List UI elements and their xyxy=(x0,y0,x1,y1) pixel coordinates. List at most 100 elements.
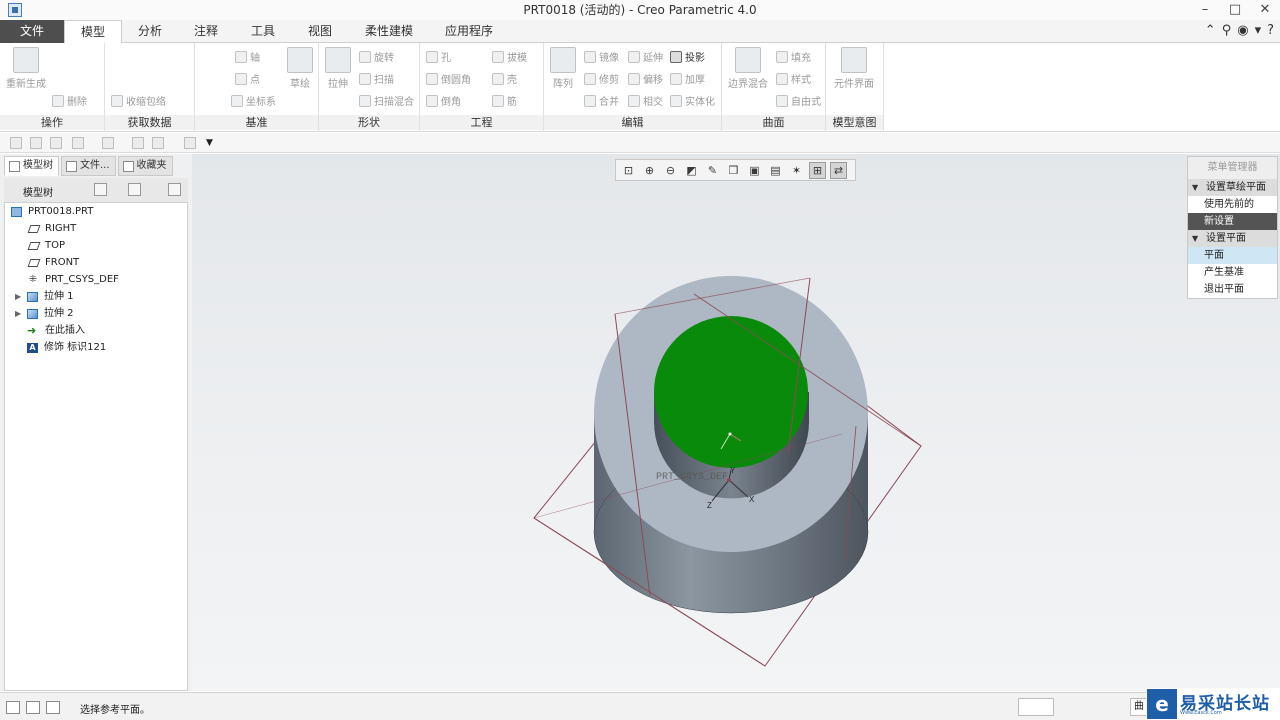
selection-filter-dropdown[interactable] xyxy=(1018,698,1054,716)
maximize-button[interactable]: □ xyxy=(1220,0,1250,20)
fill-button[interactable]: 填充 xyxy=(776,49,811,64)
swept-blend-button[interactable]: 扫描混合 xyxy=(359,93,414,108)
redo-icon[interactable] xyxy=(102,137,114,149)
help-icon[interactable]: ◉ xyxy=(1237,23,1248,39)
shrinkwrap-button[interactable]: 收缩包络 xyxy=(111,93,166,108)
tree-node-right[interactable]: RIGHT xyxy=(27,220,76,237)
browser-icon[interactable] xyxy=(26,701,40,714)
settings-icon[interactable] xyxy=(94,183,107,196)
close-button[interactable]: ✕ xyxy=(1250,0,1280,20)
zoom-in-icon[interactable]: ⊕ xyxy=(641,162,658,179)
extend-button[interactable]: 延伸 xyxy=(628,49,663,64)
menu-item-make-datum[interactable]: 产生基准 xyxy=(1188,264,1277,281)
tab-applications[interactable]: 应用程序 xyxy=(430,20,508,43)
open-file-icon[interactable] xyxy=(30,137,42,149)
filter-icon[interactable] xyxy=(168,183,181,196)
axis-button[interactable]: 轴 xyxy=(235,49,260,64)
zoom-out-icon[interactable]: ⊖ xyxy=(662,162,679,179)
tree-node-extrude-2[interactable]: ▶ 拉伸 2 xyxy=(15,305,74,322)
extrude-button[interactable]: 拉伸 xyxy=(325,47,351,90)
saved-orientations-icon[interactable]: ▣ xyxy=(746,162,763,179)
merge-button[interactable]: 合并 xyxy=(584,93,619,108)
tab-model[interactable]: 模型 xyxy=(64,20,122,44)
round-button[interactable]: 倒圆角 xyxy=(426,71,471,86)
delete-button[interactable]: 删除 xyxy=(52,93,87,108)
tab-file[interactable]: 文件 xyxy=(0,20,64,43)
customize-dropdown-icon[interactable]: ▼ xyxy=(206,137,218,149)
more-icon[interactable]: ▾ xyxy=(1255,23,1262,39)
search-icon[interactable]: ⚲ xyxy=(1222,23,1232,39)
pattern-button[interactable]: 阵列 xyxy=(550,47,576,90)
rib-button[interactable]: 筋 xyxy=(492,93,517,108)
component-interface-button[interactable]: 元件界面 xyxy=(834,47,874,90)
menu-item-plane[interactable]: 平面 xyxy=(1188,247,1277,264)
tree-node-front[interactable]: FRONT xyxy=(27,254,79,271)
tab-analysis[interactable]: 分析 xyxy=(122,20,178,43)
menu-item-quit-plane[interactable]: 退出平面 xyxy=(1188,281,1277,298)
selected-face[interactable] xyxy=(654,316,808,468)
regenerate-button[interactable]: 重新生成 xyxy=(6,47,46,90)
graphics-window[interactable]: PRT_CSYS_DEF Y X Z xyxy=(192,154,1280,691)
refit-icon[interactable]: ⊡ xyxy=(620,162,637,179)
style-button[interactable]: 样式 xyxy=(776,71,811,86)
csys-button[interactable]: 坐标系 xyxy=(231,93,276,108)
revolve-button[interactable]: 旋转 xyxy=(359,49,394,64)
sweep-button[interactable]: 扫描 xyxy=(359,71,394,86)
menu-item-new-setting[interactable]: 新设置 xyxy=(1188,213,1277,230)
toggle-navigator-icon[interactable] xyxy=(6,701,20,714)
intersect-button[interactable]: 相交 xyxy=(628,93,663,108)
spin-center-icon[interactable]: ⊞ xyxy=(809,161,826,179)
repaint-icon[interactable]: ◩ xyxy=(683,162,700,179)
close-window-icon[interactable] xyxy=(184,137,196,149)
tab-view[interactable]: 视图 xyxy=(292,20,348,43)
tab-tools[interactable]: 工具 xyxy=(234,20,292,43)
hole-button[interactable]: 孔 xyxy=(426,49,451,64)
menu-item-use-previous[interactable]: 使用先前的 xyxy=(1188,196,1277,213)
show-icon[interactable] xyxy=(128,183,141,196)
sketch-button[interactable]: 草绘 xyxy=(287,47,313,90)
tab-annotate[interactable]: 注释 xyxy=(178,20,234,43)
project-button[interactable]: 投影 xyxy=(670,49,705,64)
draft-button[interactable]: 拔模 xyxy=(492,49,527,64)
new-file-icon[interactable] xyxy=(10,137,22,149)
tab-flexible-modeling[interactable]: 柔性建模 xyxy=(348,20,430,43)
annotation-display-icon[interactable]: ⇄ xyxy=(830,161,847,179)
collapse-ribbon-icon[interactable]: ⌃ xyxy=(1205,23,1216,39)
view-manager-icon[interactable]: ▤ xyxy=(767,162,784,179)
tree-node-top[interactable]: TOP xyxy=(27,237,65,254)
trim-button[interactable]: 修剪 xyxy=(584,71,619,86)
expand-icon[interactable]: ▶ xyxy=(15,305,21,322)
full-screen-icon[interactable] xyxy=(46,701,60,714)
solidify-button[interactable]: 实体化 xyxy=(670,93,715,108)
model-view[interactable]: PRT_CSYS_DEF Y X Z xyxy=(192,154,1280,691)
regenerate-icon[interactable] xyxy=(132,137,144,149)
menu-section-setup-sketch-plane[interactable]: 设置草绘平面 xyxy=(1188,179,1277,196)
datum-display-icon[interactable]: ✶ xyxy=(788,162,805,179)
tree-node-csys[interactable]: ⁜ PRT_CSYS_DEF xyxy=(27,271,119,288)
tree-node-annotation[interactable]: A 修饰 标识121 xyxy=(27,339,106,356)
windows-icon[interactable] xyxy=(152,137,164,149)
perspective-icon[interactable]: ✎ xyxy=(704,162,721,179)
undo-icon[interactable] xyxy=(72,137,84,149)
app-icon[interactable] xyxy=(8,3,22,17)
menu-section-setup-plane[interactable]: 设置平面 xyxy=(1188,230,1277,247)
tree-node-insert-here[interactable]: ➜ 在此插入 xyxy=(27,322,85,339)
offset-button[interactable]: 偏移 xyxy=(628,71,663,86)
point-button[interactable]: 点 xyxy=(235,71,260,86)
tree-node-extrude-1[interactable]: ▶ 拉伸 1 xyxy=(15,288,74,305)
thicken-button[interactable]: 加厚 xyxy=(670,71,705,86)
tree-node-part[interactable]: PRT0018.PRT xyxy=(11,203,93,220)
boundary-blend-button[interactable]: 边界混合 xyxy=(728,47,768,90)
tab-model-tree[interactable]: 模型树 xyxy=(4,156,59,176)
minimize-button[interactable]: – xyxy=(1190,0,1220,20)
display-style-icon[interactable]: ❒ xyxy=(725,162,742,179)
tab-folder-browser[interactable]: 文件... xyxy=(61,156,116,176)
expand-icon[interactable]: ▶ xyxy=(15,288,21,305)
save-icon[interactable] xyxy=(50,137,62,149)
mirror-button[interactable]: 镜像 xyxy=(584,49,619,64)
chamfer-button[interactable]: 倒角 xyxy=(426,93,461,108)
shell-button[interactable]: 壳 xyxy=(492,71,517,86)
freestyle-button[interactable]: 自由式 xyxy=(776,93,821,108)
tab-favorites[interactable]: 收藏夹 xyxy=(117,156,173,176)
help-question-icon[interactable]: ? xyxy=(1267,23,1274,39)
